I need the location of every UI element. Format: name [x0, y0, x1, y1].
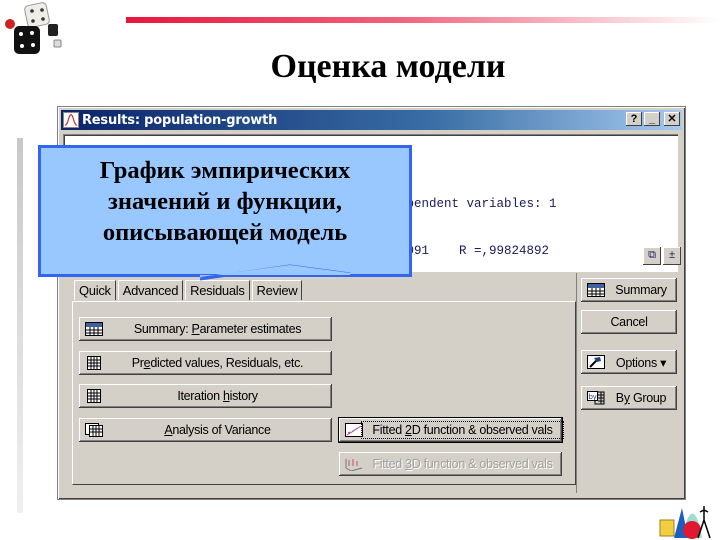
cancel-label: Cancel [610, 315, 648, 329]
btn-text: Iteration [177, 389, 223, 403]
multi-spreadsheet-icon [85, 423, 103, 437]
btn-mnemonic: 3 [405, 457, 412, 471]
btn-mnemonic: h [222, 389, 230, 403]
copy-icon[interactable]: ⧉ [643, 247, 661, 265]
callout-line: График эмпирических [99, 157, 351, 184]
btn-text: D function & observed vals [411, 457, 553, 471]
geometry-shapes-icon [659, 506, 711, 539]
btn-text: istory [229, 389, 258, 403]
predicted-values-button[interactable]: Predicted values, Residuals, etc. [79, 351, 332, 375]
pin-icon[interactable]: ± [663, 247, 681, 265]
btn-text: D function & observed vals [411, 423, 553, 437]
btn-text: B [615, 391, 624, 405]
tab-bar: Quick Advanced Residuals Review [74, 280, 304, 300]
by-group-button[interactable]: by By Group [581, 386, 677, 410]
btn-text: Group [629, 391, 667, 405]
window-titlebar[interactable]: Results: population-growth ? _ ✕ [61, 110, 682, 130]
svg-text:by: by [589, 393, 597, 401]
header-accent-bar [126, 17, 720, 23]
options-dropdown-button[interactable]: Options ▾ [581, 350, 677, 374]
btn-text: arameter estimates [199, 322, 302, 336]
btn-mnemonic: 2 [405, 423, 412, 437]
btn-text: Fitted [372, 423, 406, 437]
correlation-r-text: 0091 R =,99824892 [399, 244, 550, 258]
scatter-2d-icon [345, 423, 363, 437]
chevron-down-icon: ▾ [660, 355, 667, 370]
summary-label: Summary [615, 283, 667, 297]
fitted-3d-function-button[interactable]: Fitted 3D function & observed vals [339, 452, 562, 476]
tab-advanced[interactable]: Advanced [117, 280, 184, 300]
summary-table-icon [587, 283, 605, 297]
surface-3d-icon [345, 459, 363, 471]
hammer-options-icon [587, 355, 605, 369]
iteration-history-button[interactable]: Iteration history [79, 384, 332, 408]
btn-text: Pr [131, 356, 144, 370]
callout-pointer [200, 264, 351, 281]
options-label: Options [615, 355, 657, 370]
summary-parameter-estimates-button[interactable]: Summary: Parameter estimates [79, 317, 332, 341]
window-title: Results: population-growth [82, 112, 278, 128]
btn-mnemonic: P [191, 322, 200, 336]
cancel-button[interactable]: Cancel [581, 310, 677, 334]
btn-text: Fitted [372, 457, 406, 471]
spreadsheet-icon [87, 389, 101, 403]
dependent-variables-text: ependent variables: 1 [399, 197, 557, 211]
tab-quick[interactable]: Quick [74, 280, 116, 300]
side-button-column: Summary Cancel Options ▾ by By Group [576, 273, 685, 493]
close-button[interactable]: ✕ [664, 112, 680, 126]
spreadsheet-icon [87, 356, 101, 370]
summary-table-icon [85, 322, 103, 336]
slide-title: Оценка модели [270, 48, 506, 85]
left-divider [17, 138, 23, 513]
quick-tab-panel: Summary: Parameter estimates Predicted v… [72, 301, 576, 485]
analysis-of-variance-button[interactable]: Analysis of Variance [79, 418, 332, 442]
annotation-callout: График эмпирических значений и функции, … [38, 145, 412, 277]
normal-curve-icon [63, 112, 79, 128]
btn-text: dicted values, Residuals, etc. [150, 356, 304, 370]
btn-text: Summary: [133, 322, 192, 336]
tab-review[interactable]: Review [251, 280, 303, 300]
callout-line: описывающей модель [102, 219, 348, 246]
callout-line: значений и функции, [108, 188, 342, 215]
by-group-icon: by [587, 391, 605, 405]
minimize-button[interactable]: _ [644, 112, 660, 126]
tab-residuals[interactable]: Residuals [185, 280, 250, 300]
summary-button[interactable]: Summary [581, 278, 677, 302]
btn-text: nalysis of Variance [172, 423, 271, 437]
fitted-2d-function-button[interactable]: Fitted 2D function & observed vals [338, 417, 564, 443]
help-button[interactable]: ? [626, 112, 642, 126]
